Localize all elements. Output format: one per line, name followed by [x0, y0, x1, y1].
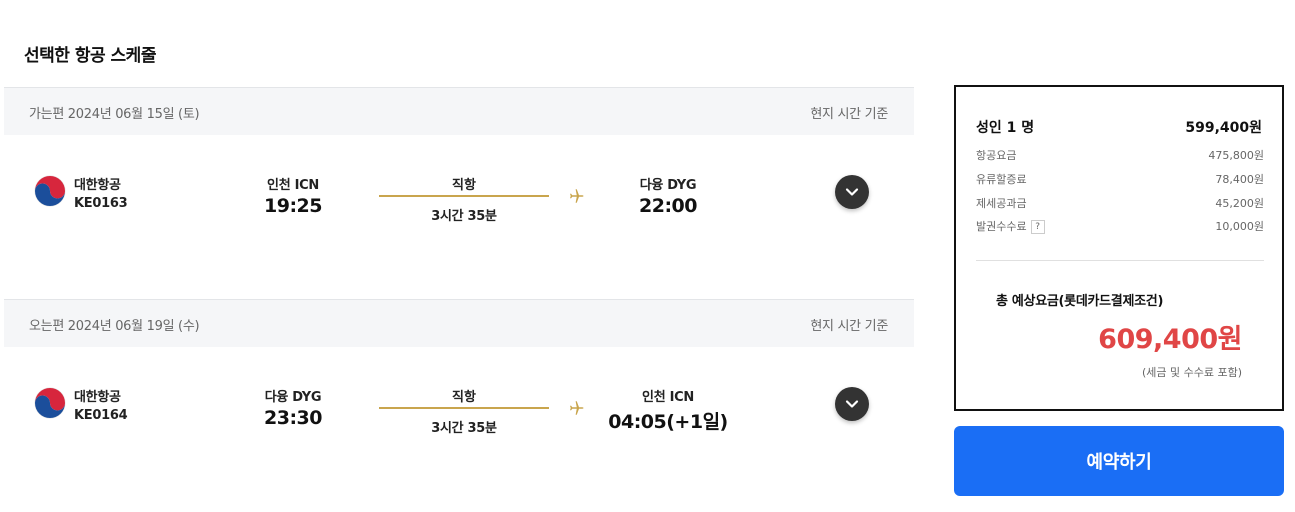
departure-time: 23:30	[264, 407, 322, 429]
departure-port: 인천 ICN	[267, 178, 319, 193]
arrival-port: 다융 DYG	[639, 178, 697, 193]
help-icon[interactable]: ?	[1030, 220, 1045, 234]
flight-duration: 3시간 35분	[431, 209, 497, 224]
airline-name: 대한항공	[74, 390, 121, 405]
return-date: 오는편 2024년 06월 19일 (수)	[29, 319, 200, 334]
flight-number: KE0163	[74, 196, 128, 211]
flight-duration: 3시간 35분	[431, 421, 497, 436]
arrival-time: 04:05(+1일)	[608, 411, 728, 433]
outbound-flight: 대한항공 KE0163 인천 ICN 19:25 직항 3시간 35분 다융 D…	[4, 135, 914, 245]
return-header: 오는편 2024년 06월 19일 (수) 현지 시간 기준	[4, 299, 914, 347]
korean-air-logo-icon	[34, 387, 66, 419]
fare-summary: 성인 1 명 599,400원 항공요금 475,800원 유류할증료 78,4…	[954, 85, 1284, 411]
fare-item-label: 발권수수료	[976, 220, 1027, 233]
airline-name: 대한항공	[74, 178, 121, 193]
fare-item-amount: 78,400원	[1215, 173, 1264, 186]
chevron-down-icon	[845, 400, 859, 408]
reserve-button[interactable]: 예약하기	[954, 426, 1284, 496]
korean-air-logo-icon	[34, 175, 66, 207]
expand-details-button[interactable]	[835, 175, 869, 209]
timezone-note: 현지 시간 기준	[810, 107, 888, 122]
departure-port: 다융 DYG	[264, 390, 322, 405]
passenger-count: 성인 1 명	[976, 120, 1035, 136]
fare-item-amount: 10,000원	[1215, 220, 1264, 233]
total-fare-note: (세금 및 수수료 포함)	[1141, 366, 1242, 379]
total-fare-amount: 609,400원	[1098, 324, 1242, 355]
airplane-icon	[570, 401, 584, 415]
fare-item-amount: 475,800원	[1208, 149, 1264, 162]
airplane-icon	[570, 189, 584, 203]
route-line	[379, 195, 549, 197]
page-title: 선택한 항공 스케줄	[24, 46, 156, 66]
chevron-down-icon	[845, 188, 859, 196]
route-type: 직항	[452, 390, 476, 405]
total-fare-label: 총 예상요금(롯데카드결제조건)	[996, 294, 1164, 309]
passenger-fare-amount: 599,400원	[1185, 120, 1262, 136]
route-type: 직항	[452, 178, 476, 193]
arrival-time: 22:00	[639, 195, 697, 217]
arrival-port: 인천 ICN	[642, 390, 694, 405]
outbound-date: 가는편 2024년 06월 15일 (토)	[29, 107, 200, 122]
outbound-header: 가는편 2024년 06월 15일 (토) 현지 시간 기준	[4, 87, 914, 135]
departure-time: 19:25	[264, 195, 322, 217]
expand-details-button[interactable]	[835, 387, 869, 421]
fare-item-label: 유류할증료	[976, 173, 1027, 186]
divider	[976, 260, 1264, 261]
route-line	[379, 407, 549, 409]
timezone-note: 현지 시간 기준	[810, 319, 888, 334]
return-flight: 대한항공 KE0164 다융 DYG 23:30 직항 3시간 35분 인천 I…	[4, 347, 914, 457]
fare-item-label: 항공요금	[976, 149, 1017, 162]
fare-item-label: 제세공과금	[976, 197, 1027, 210]
fare-item-label-wrap: 발권수수료?	[976, 218, 1045, 234]
flight-number: KE0164	[74, 408, 128, 423]
fare-item-amount: 45,200원	[1215, 197, 1264, 210]
